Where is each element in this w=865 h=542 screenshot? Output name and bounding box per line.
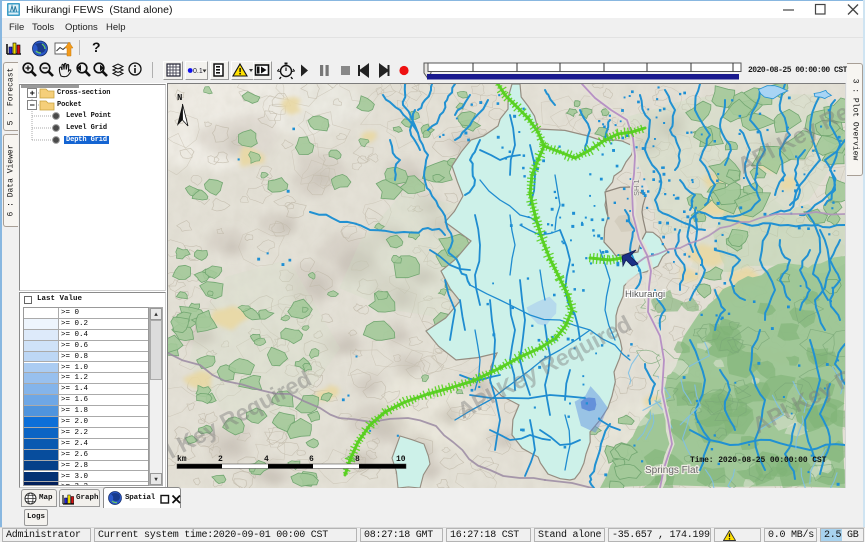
svg-text:10: 10: [396, 455, 406, 464]
svg-text:0.1: 0.1: [193, 68, 203, 75]
svg-text:km: km: [177, 455, 187, 464]
svg-text:Hikurangi: Hikurangi: [625, 289, 665, 300]
svg-text:8: 8: [355, 455, 360, 464]
svg-text:2: 2: [218, 455, 223, 464]
svg-text:6: 6: [309, 455, 314, 464]
svg-text:Springs Flat: Springs Flat: [645, 465, 699, 476]
svg-text:N: N: [177, 93, 182, 103]
svg-text:SH 1: SH 1: [632, 179, 641, 196]
svg-text:4: 4: [264, 455, 269, 464]
svg-text:Time: 2020-08-25 00:00:00 CST: Time: 2020-08-25 00:00:00 CST: [690, 456, 827, 465]
